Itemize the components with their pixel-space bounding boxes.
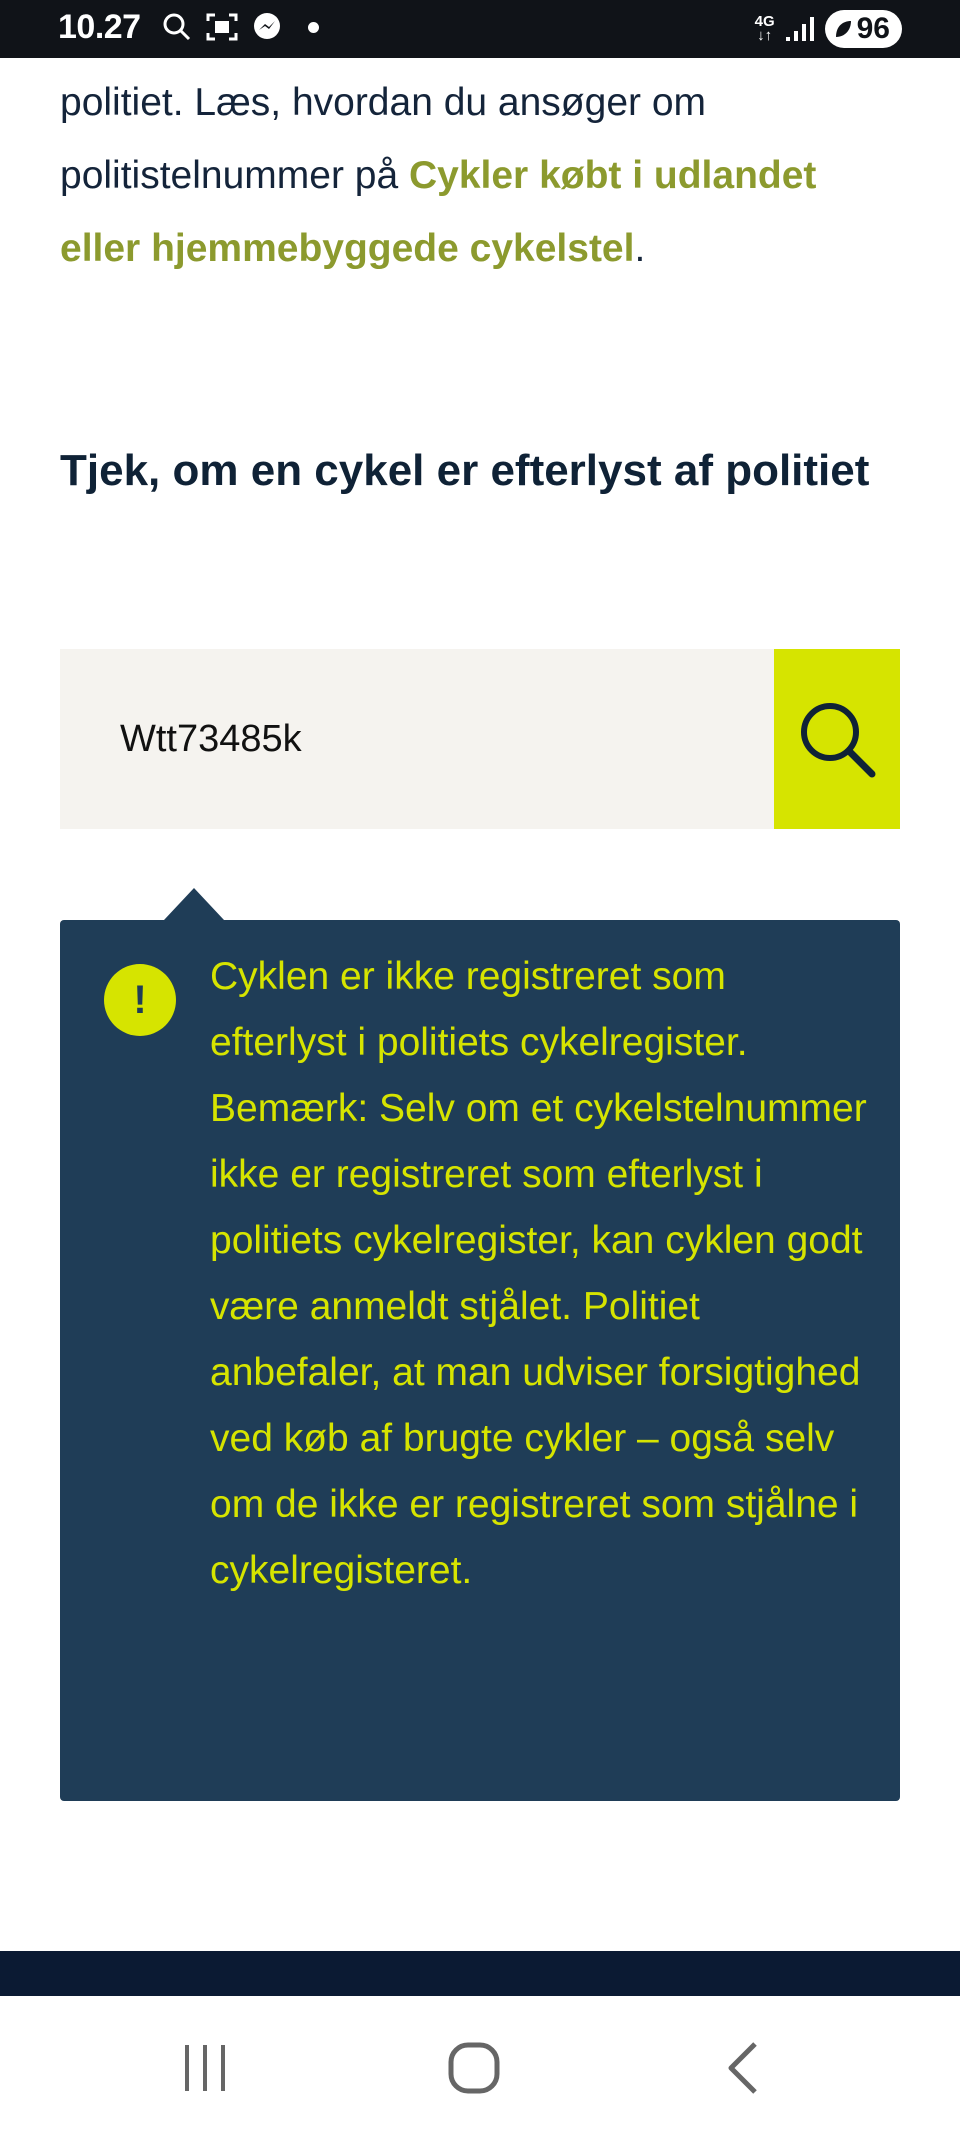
- battery-level: 96: [856, 12, 890, 45]
- battery-saver-icon: [835, 21, 851, 37]
- status-right: 4G ↓↑ 96: [755, 10, 902, 48]
- recent-apps-icon: [185, 2045, 225, 2091]
- messenger-icon: [254, 13, 280, 39]
- section-heading: Tjek, om en cykel er efterlyst af politi…: [60, 446, 870, 495]
- page-footer: [0, 1951, 960, 1996]
- back-button[interactable]: [683, 2026, 803, 2110]
- intro-paragraph: politiet. Læs, hvordan du ansøger om pol…: [60, 66, 900, 285]
- frame-number-search-input[interactable]: [60, 649, 774, 829]
- intro-period: .: [634, 227, 646, 270]
- intro-text: politistelnummer på: [60, 154, 409, 197]
- result-pointer: [164, 888, 224, 920]
- search-result-box: ! Cyklen er ikke registreret som efterly…: [60, 920, 900, 1801]
- recent-apps-button[interactable]: [145, 2026, 265, 2110]
- notification-icons: [162, 12, 319, 42]
- back-icon: [728, 2042, 757, 2094]
- battery-indicator: 96: [824, 10, 902, 48]
- status-time: 10.27: [58, 8, 141, 46]
- search-notification-icon: [163, 13, 191, 41]
- network-indicator: 4G ↓↑: [754, 13, 775, 44]
- exclamation-icon: !: [104, 964, 176, 1036]
- signal-icon: [785, 17, 814, 41]
- magnifier-icon: [801, 703, 876, 778]
- home-button[interactable]: [414, 2026, 534, 2110]
- home-icon: [448, 2042, 500, 2094]
- search-button[interactable]: [774, 649, 900, 829]
- result-message: Cyklen er ikke registreret som efterlyst…: [210, 955, 867, 1592]
- screenshot-icon: [206, 13, 238, 41]
- status-bar: 10.27 4G ↓↑ 96: [0, 0, 960, 58]
- intro-line: politiet. Læs, hvordan du ansøger om: [60, 81, 707, 124]
- android-nav-bar: [0, 1996, 960, 2140]
- notification-dot-icon: [308, 21, 319, 33]
